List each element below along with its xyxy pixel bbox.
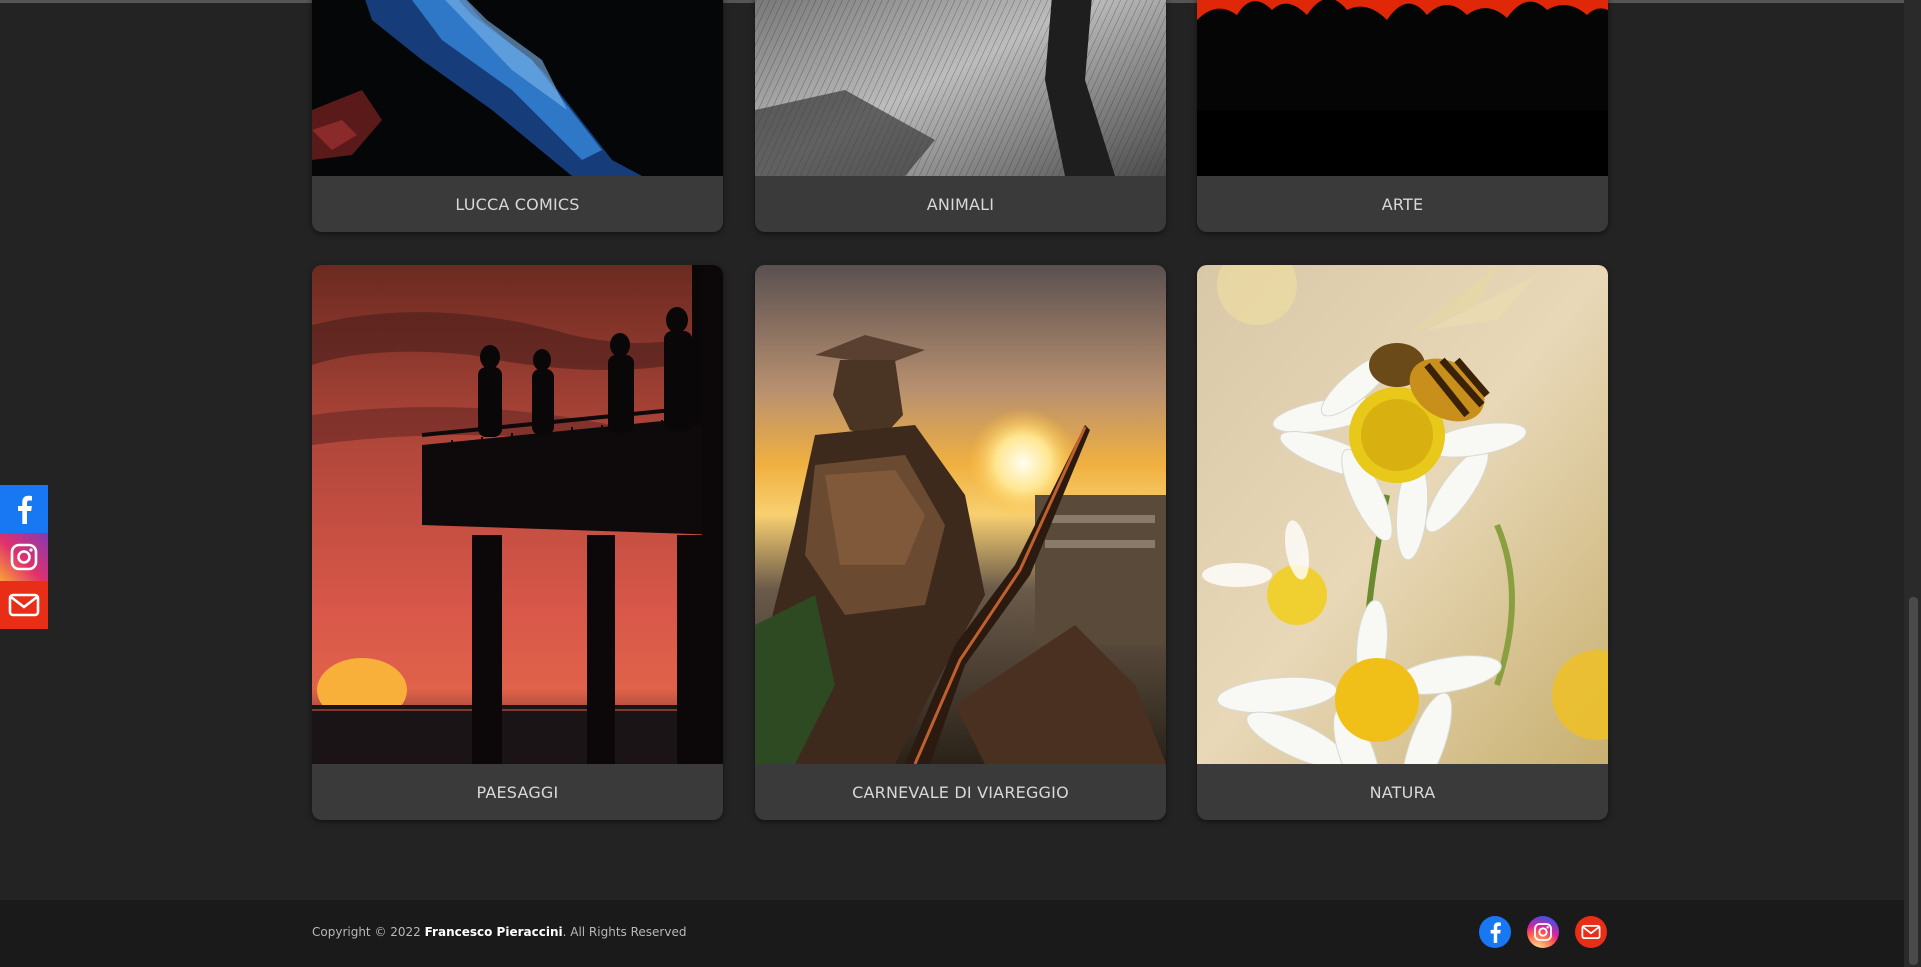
gallery-card-label: ANIMALI [926, 194, 995, 214]
facebook-icon [18, 495, 32, 524]
footer-mail-link[interactable] [1575, 916, 1607, 948]
side-social-bar [0, 485, 48, 629]
gallery-image-natura [1197, 265, 1608, 764]
copyright-text: Copyright © 2022 Francesco Pieraccini. A… [312, 925, 686, 939]
copyright-prefix: Copyright © 2022 [312, 925, 425, 939]
gallery-card-natura[interactable]: NATURA [1197, 265, 1608, 820]
gallery-image-arte [1197, 0, 1608, 176]
gallery-card-label: PAESAGGI [476, 782, 559, 802]
gallery-card-animali[interactable]: ANIMALI [755, 0, 1166, 232]
gallery-card-label: LUCCA COMICS [455, 194, 580, 214]
copyright-owner[interactable]: Francesco Pieraccini [425, 925, 563, 939]
gallery-image-lucca-comics [312, 0, 723, 176]
gallery-card-label: ARTE [1381, 194, 1424, 214]
gallery-card-lucca-comics[interactable]: LUCCA COMICS [312, 0, 723, 232]
gallery-card-paesaggi[interactable]: PAESAGGI [312, 265, 723, 820]
instagram-icon [10, 543, 38, 571]
mail-icon [8, 593, 40, 617]
copyright-suffix: . All Rights Reserved [562, 925, 687, 939]
gallery-card-carnevale-di-viareggio[interactable]: CARNEVALE DI VIAREGGIO [755, 265, 1166, 820]
side-instagram-link[interactable] [0, 533, 48, 581]
gallery-image-paesaggi [312, 265, 723, 764]
gallery-image-carnevale [755, 265, 1166, 764]
facebook-icon [1490, 922, 1501, 943]
instagram-icon [1534, 923, 1552, 941]
scrollbar-thumb[interactable] [1909, 597, 1918, 965]
footer-facebook-link[interactable] [1479, 916, 1511, 948]
site-footer: Copyright © 2022 Francesco Pieraccini. A… [0, 900, 1904, 967]
page-scrollbar[interactable] [1904, 0, 1921, 967]
gallery-card-arte[interactable]: ARTE [1197, 0, 1608, 232]
side-facebook-link[interactable] [0, 485, 48, 533]
footer-social-links [1479, 916, 1607, 948]
gallery-image-animali [755, 0, 1166, 176]
footer-instagram-link[interactable] [1527, 916, 1559, 948]
gallery-card-label: NATURA [1369, 782, 1436, 802]
mail-icon [1581, 924, 1601, 940]
gallery-card-label: CARNEVALE DI VIAREGGIO [852, 782, 1069, 802]
side-mail-link[interactable] [0, 581, 48, 629]
